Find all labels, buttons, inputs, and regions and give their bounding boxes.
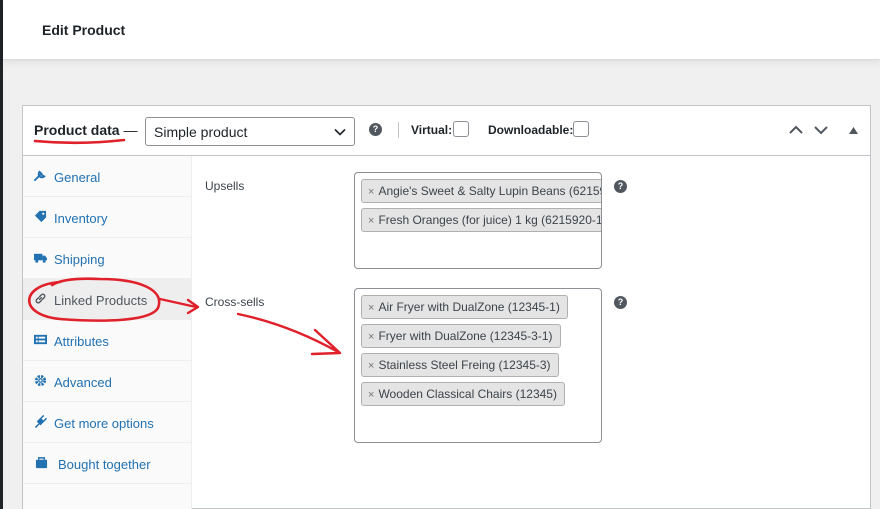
cross-sell-chip[interactable]: × Stainless Steel Freing (12345-3) [361, 353, 559, 377]
downloadable-label: Downloadable: [488, 123, 574, 137]
chevron-down-icon [334, 128, 346, 136]
product-type-value: Simple product [154, 124, 248, 140]
divider [398, 122, 399, 138]
product-data-label: Product data — [34, 122, 137, 138]
link-icon [35, 293, 46, 304]
help-icon[interactable]: ? [369, 123, 382, 136]
list-icon [34, 334, 47, 345]
product-data-dash: — [123, 122, 138, 138]
tag-icon [34, 210, 47, 223]
upsells-select[interactable]: × Angie's Sweet & Salty Lupin Beans (6215… [354, 172, 602, 269]
upsell-chip[interactable]: × Fresh Oranges (for juice) 1 kg (6215920… [361, 208, 602, 232]
virtual-label: Virtual: [411, 123, 453, 137]
tab-get-more-options[interactable]: Get more options [23, 402, 192, 443]
cross-sell-chip[interactable]: × Air Fryer with DualZone (12345-1) [361, 295, 568, 319]
tab-shipping[interactable]: Shipping [23, 238, 192, 279]
tab-advanced[interactable]: Advanced [23, 361, 192, 402]
help-icon[interactable]: ? [614, 180, 627, 193]
chevron-up-icon[interactable] [788, 124, 804, 136]
remove-icon[interactable]: × [368, 331, 374, 343]
plugin-icon [35, 415, 47, 428]
truck-icon [34, 253, 47, 263]
cross-sells-label: Cross-sells [205, 295, 265, 309]
chip-label: Wooden Classical Chairs (12345) [378, 387, 557, 401]
upsell-chip[interactable]: × Angie's Sweet & Salty Lupin Beans (6215… [361, 179, 601, 203]
chip-label: Fresh Oranges (for juice) 1 kg (6215920-… [378, 213, 602, 227]
tab-bought-together[interactable]: Bought together [23, 443, 192, 484]
cross-sell-chip[interactable]: × Wooden Classical Chairs (12345) [361, 382, 565, 406]
gear-icon [34, 374, 47, 387]
virtual-checkbox[interactable] [453, 121, 469, 137]
remove-icon[interactable]: × [368, 215, 374, 227]
tab-inventory[interactable]: Inventory [23, 197, 192, 238]
chip-label: Angie's Sweet & Salty Lupin Beans (62159… [378, 184, 601, 198]
chip-label: Air Fryer with DualZone (12345-1) [378, 300, 560, 314]
collapse-toggle-icon[interactable] [849, 127, 858, 134]
product-data-header: Product data — Simple product ? Virtual:… [23, 106, 870, 156]
tab-label: Get more options [54, 416, 154, 431]
downloadable-checkbox[interactable] [573, 121, 589, 137]
remove-icon[interactable]: × [368, 360, 374, 372]
admin-sidebar-edge [0, 0, 3, 509]
product-data-tabs: General Inventory Shipping Linked Produc… [23, 156, 192, 509]
wrench-icon [34, 170, 46, 182]
remove-icon[interactable]: × [368, 302, 374, 314]
remove-icon[interactable]: × [368, 389, 374, 401]
tab-label: Advanced [54, 375, 112, 390]
product-data-title: Product data [34, 122, 120, 138]
help-icon[interactable]: ? [614, 296, 627, 309]
chevron-down-icon[interactable] [813, 124, 829, 136]
chip-label: Stainless Steel Freing (12345-3) [378, 358, 551, 372]
tab-attributes[interactable]: Attributes [23, 320, 192, 361]
tab-general[interactable]: General [23, 156, 192, 197]
tab-label: General [54, 170, 101, 185]
tab-linked-products[interactable]: Linked Products [23, 279, 192, 320]
tab-label: Inventory [54, 211, 108, 226]
bag-icon [35, 457, 48, 469]
remove-icon[interactable]: × [368, 186, 374, 198]
page-header: Edit Product [3, 0, 880, 60]
tab-label: Linked Products [54, 293, 148, 308]
product-type-select[interactable]: Simple product [145, 117, 355, 146]
tab-label: Attributes [54, 334, 109, 349]
product-data-panel: Product data — Simple product ? Virtual:… [22, 105, 871, 509]
cross-sell-chip[interactable]: × Fryer with DualZone (12345-3-1) [361, 324, 561, 348]
tab-label: Shipping [54, 252, 105, 267]
tab-label: Bought together [58, 457, 151, 472]
page-title: Edit Product [42, 22, 126, 38]
upsells-label: Upsells [205, 179, 245, 193]
cross-sells-select[interactable]: × Air Fryer with DualZone (12345-1) × Frye… [354, 288, 602, 443]
chip-label: Fryer with DualZone (12345-3-1) [378, 329, 553, 343]
